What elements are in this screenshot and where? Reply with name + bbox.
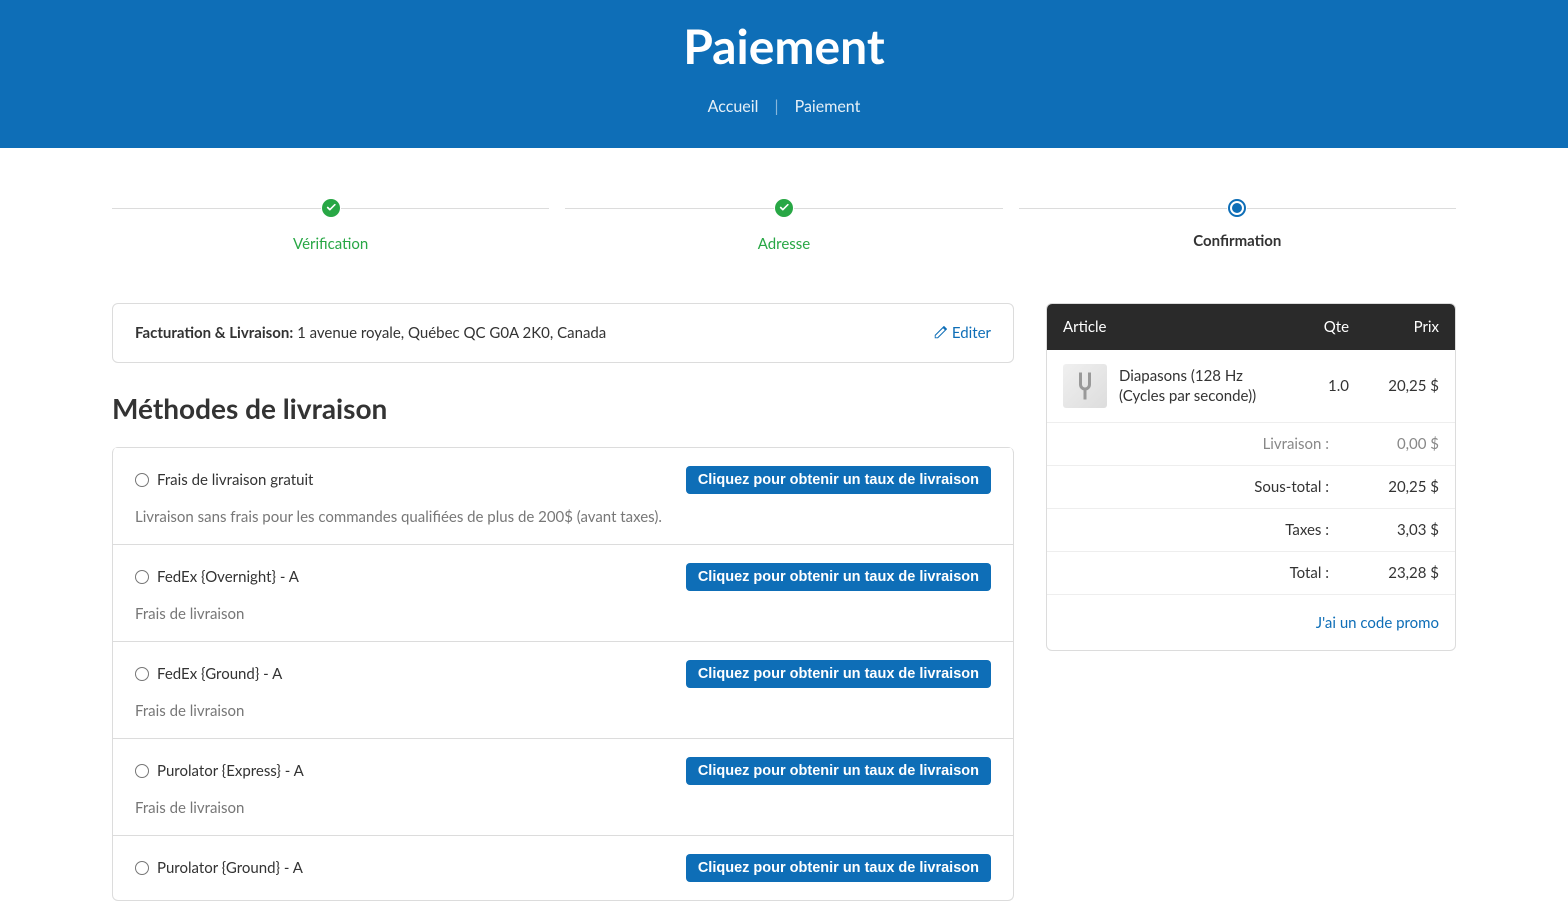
summary-subtotal-label: Sous-total : <box>1169 478 1329 496</box>
shipping-method-note: Frais de livraison <box>135 799 991 817</box>
summary-shipping-value: 0,00 $ <box>1329 435 1439 453</box>
page-hero: Paiement Accueil | Paiement <box>0 0 1568 148</box>
shipping-method-label: FedEx {Ground} - A <box>157 665 282 683</box>
shipping-method-item: FedEx {Overnight} - A Cliquez pour obten… <box>113 544 1013 641</box>
step-label: Confirmation <box>1019 232 1456 250</box>
step-address[interactable]: Adresse <box>565 198 1002 253</box>
get-rate-button[interactable]: Cliquez pour obtenir un taux de livraiso… <box>686 660 991 688</box>
shipping-method-note: Frais de livraison <box>135 702 991 720</box>
shipping-method-radio[interactable] <box>135 473 149 487</box>
get-rate-button[interactable]: Cliquez pour obtenir un taux de livraiso… <box>686 466 991 494</box>
summary-header-price: Prix <box>1349 318 1439 336</box>
step-label: Vérification <box>112 235 549 253</box>
shipping-method-item: Frais de livraison gratuit Cliquez pour … <box>113 447 1013 544</box>
shipping-method-option[interactable]: FedEx {Overnight} - A <box>135 568 299 586</box>
shipping-method-label: Purolator {Ground} - A <box>157 859 303 877</box>
checkout-steps: Vérification Adresse Confirmation <box>112 198 1456 253</box>
summary-total-label: Total : <box>1169 564 1329 582</box>
get-rate-button[interactable]: Cliquez pour obtenir un taux de livraiso… <box>686 854 991 882</box>
summary-taxes-label: Taxes : <box>1169 521 1329 539</box>
summary-header-qty: Qte <box>1289 318 1349 336</box>
billing-label: Facturation & Livraison: <box>135 324 293 342</box>
shipping-method-item: FedEx {Ground} - A Cliquez pour obtenir … <box>113 641 1013 738</box>
shipping-method-radio[interactable] <box>135 861 149 875</box>
summary-item-qty: 1.0 <box>1289 377 1349 395</box>
product-thumbnail <box>1063 364 1107 408</box>
shipping-method-label: FedEx {Overnight} - A <box>157 568 299 586</box>
summary-shipping-line: Livraison : 0,00 $ <box>1047 422 1455 465</box>
shipping-methods-list: Frais de livraison gratuit Cliquez pour … <box>112 447 1014 901</box>
step-verification[interactable]: Vérification <box>112 198 549 253</box>
summary-total-line: Total : 23,28 $ <box>1047 551 1455 594</box>
summary-subtotal-value: 20,25 $ <box>1329 478 1439 496</box>
order-summary: Article Qte Prix Diapasons (128 Hz (Cycl… <box>1046 303 1456 651</box>
billing-address: 1 avenue royale, Québec QC G0A 2K0, Cana… <box>297 324 606 342</box>
get-rate-button[interactable]: Cliquez pour obtenir un taux de livraiso… <box>686 563 991 591</box>
breadcrumb-home[interactable]: Accueil <box>708 97 759 116</box>
promo-code-link[interactable]: J'ai un code promo <box>1316 614 1439 632</box>
shipping-method-label: Purolator {Express} - A <box>157 762 304 780</box>
billing-box: Facturation & Livraison: 1 avenue royale… <box>112 303 1014 363</box>
summary-item-row: Diapasons (128 Hz (Cycles par seconde)) … <box>1047 350 1455 422</box>
summary-header: Article Qte Prix <box>1047 304 1455 350</box>
check-circle-icon <box>774 198 794 218</box>
summary-item-price: 20,25 $ <box>1349 377 1439 395</box>
summary-taxes-line: Taxes : 3,03 $ <box>1047 508 1455 551</box>
shipping-methods-title: Méthodes de livraison <box>112 391 1014 425</box>
shipping-method-option[interactable]: Purolator {Express} - A <box>135 762 304 780</box>
tuning-fork-icon <box>1067 368 1103 404</box>
radio-active-icon <box>1227 198 1247 218</box>
shipping-method-label: Frais de livraison gratuit <box>157 471 313 489</box>
summary-item-name: Diapasons (128 Hz (Cycles par seconde)) <box>1119 366 1289 407</box>
get-rate-button[interactable]: Cliquez pour obtenir un taux de livraiso… <box>686 757 991 785</box>
shipping-method-radio[interactable] <box>135 764 149 778</box>
summary-shipping-label: Livraison : <box>1169 435 1329 453</box>
summary-taxes-value: 3,03 $ <box>1329 521 1439 539</box>
shipping-method-option[interactable]: Purolator {Ground} - A <box>135 859 303 877</box>
shipping-method-option[interactable]: Frais de livraison gratuit <box>135 471 313 489</box>
edit-label: Editer <box>952 324 991 342</box>
edit-address-link[interactable]: Editer <box>933 324 991 342</box>
page-title: Paiement <box>0 18 1568 75</box>
shipping-method-item: Purolator {Ground} - A Cliquez pour obte… <box>113 835 1013 900</box>
shipping-method-note: Livraison sans frais pour les commandes … <box>135 508 991 526</box>
billing-text: Facturation & Livraison: 1 avenue royale… <box>135 324 606 342</box>
shipping-method-option[interactable]: FedEx {Ground} - A <box>135 665 282 683</box>
summary-header-article: Article <box>1063 318 1289 336</box>
edit-icon <box>933 326 947 340</box>
breadcrumb-separator: | <box>774 97 778 116</box>
step-label: Adresse <box>565 235 1002 253</box>
breadcrumb-current: Paiement <box>795 97 861 116</box>
shipping-method-item: Purolator {Express} - A Cliquez pour obt… <box>113 738 1013 835</box>
summary-total-value: 23,28 $ <box>1329 564 1439 582</box>
shipping-method-radio[interactable] <box>135 570 149 584</box>
promo-section: J'ai un code promo <box>1047 594 1455 650</box>
breadcrumb: Accueil | Paiement <box>0 97 1568 116</box>
shipping-method-note: Frais de livraison <box>135 605 991 623</box>
shipping-method-radio[interactable] <box>135 667 149 681</box>
step-confirmation[interactable]: Confirmation <box>1019 198 1456 253</box>
check-circle-icon <box>321 198 341 218</box>
summary-subtotal-line: Sous-total : 20,25 $ <box>1047 465 1455 508</box>
